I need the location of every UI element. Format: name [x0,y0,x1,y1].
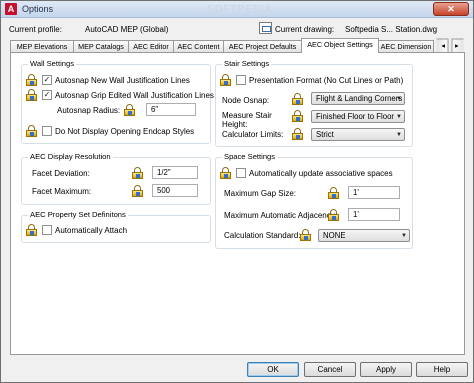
autosnap-radius-input[interactable]: 6" [146,103,196,116]
lock-icon[interactable] [292,110,303,122]
presentation-format-label: Presentation Format (No Cut Lines or Pat… [249,76,404,85]
current-drawing-value: Softpedia S... Station.dwg [345,25,438,34]
space-settings-title: Space Settings [222,152,278,161]
close-button[interactable]: ✕ [433,2,469,16]
current-profile-value: AutoCAD MEP (Global) [85,25,169,34]
chevron-down-icon: ▼ [396,132,402,138]
softpedia-watermark: SOFTPEDIA [207,4,273,15]
facet-maximum-label: Facet Maximum: [32,187,92,196]
autocad-app-icon: A [5,3,17,15]
max-auto-adjacency-label: Maximum Automatic Adjacency [224,211,335,220]
facet-maximum-input[interactable]: 500 [152,184,198,197]
lock-icon[interactable] [220,74,231,86]
calculator-limits-value: Strict [316,130,334,139]
stair-settings-title: Stair Settings [222,59,272,68]
tab-strip: MEP Elevations MEP Catalogs AEC Editor A… [10,38,465,54]
tab-aec-content[interactable]: AEC Content [173,40,224,52]
lock-icon[interactable] [26,125,37,137]
auto-attach-checkbox[interactable] [42,225,52,235]
node-osnap-label: Node Osnap: [222,96,270,105]
options-dialog: A Options SOFTPEDIA ✕ Current profile: A… [0,0,474,383]
lock-icon[interactable] [26,74,37,86]
lock-icon[interactable] [300,229,311,241]
node-osnap-dropdown[interactable]: Flight & Landing Corners ▼ [311,92,405,105]
facet-deviation-input[interactable]: 1/2" [152,166,198,179]
auto-update-spaces-checkbox[interactable] [236,168,246,178]
no-endcap-styles-label: Do Not Display Opening Endcap Styles [55,127,195,136]
tab-aec-object-settings[interactable]: AEC Object Settings [301,38,379,53]
tab-aec-dimension[interactable]: AEC Dimension [378,40,434,52]
lock-icon[interactable] [328,187,339,199]
apply-button[interactable]: Apply [360,362,412,377]
title-bar[interactable]: A Options SOFTPEDIA ✕ [1,1,473,18]
lock-icon[interactable] [132,185,143,197]
aec-object-settings-panel: Wall Settings ✓ Autosnap New Wall Justif… [10,52,465,355]
aec-property-set-title: AEC Property Set Definitons [28,210,128,219]
tab-mep-elevations[interactable]: MEP Elevations [10,40,74,52]
max-gap-size-input[interactable]: 1' [348,186,400,199]
help-button[interactable]: Help [416,362,468,377]
current-profile-label: Current profile: [9,25,62,34]
calculator-limits-dropdown[interactable]: Strict ▼ [311,128,405,141]
auto-update-spaces-label: Automatically update associative spaces [249,169,393,178]
tab-aec-editor[interactable]: AEC Editor [128,40,174,52]
measure-stair-height-value: Finished Floor to Floor [316,112,394,121]
calculation-standard-dropdown[interactable]: NONE ▼ [318,229,410,242]
lock-icon[interactable] [26,89,37,101]
autosnap-new-wall-label: Autosnap New Wall Justification Lines [55,76,190,85]
lock-icon[interactable] [292,128,303,140]
space-settings-group: Space Settings Automatically update asso… [215,152,413,249]
max-gap-size-label: Maximum Gap Size: [224,189,297,198]
chevron-down-icon: ▼ [401,233,407,239]
autosnap-grip-edited-label: Autosnap Grip Edited Wall Justification … [55,91,214,100]
no-endcap-styles-checkbox[interactable] [42,126,52,136]
calculation-standard-label: Calculation Standard: [224,231,301,240]
aec-display-resolution-group: AEC Display Resolution Facet Deviation: … [21,152,211,205]
calculation-standard-value: NONE [323,231,346,240]
measure-stair-height-label: Measure Stair [222,111,272,120]
aec-display-resolution-title: AEC Display Resolution [28,152,113,161]
auto-attach-label: Automatically Attach [55,226,128,235]
stair-settings-group: Stair Settings Presentation Format (No C… [215,59,413,147]
chevron-down-icon: ▼ [396,96,402,102]
lock-icon[interactable] [328,209,339,221]
facet-deviation-label: Facet Deviation: [32,169,90,178]
aec-property-set-group: AEC Property Set Definitons Automaticall… [21,210,211,243]
node-osnap-value: Flight & Landing Corners [316,94,403,103]
drawing-icon [259,22,272,34]
window-title: Options [22,4,54,14]
wall-settings-group: Wall Settings ✓ Autosnap New Wall Justif… [21,59,214,144]
measure-stair-height-dropdown[interactable]: Finished Floor to Floor ▼ [311,110,405,123]
current-drawing-label: Current drawing: [275,25,335,34]
measure-stair-height-label-line2: Height: [222,120,248,129]
chevron-down-icon: ▼ [396,114,402,120]
calculator-limits-label: Calculator Limits: [222,130,284,139]
max-auto-adjacency-input[interactable]: 1' [348,208,400,221]
tab-mep-catalogs[interactable]: MEP Catalogs [73,40,129,52]
lock-icon[interactable] [220,167,231,179]
presentation-format-checkbox[interactable] [236,75,246,85]
lock-icon[interactable] [132,167,143,179]
autosnap-grip-edited-checkbox[interactable]: ✓ [42,90,52,100]
lock-icon[interactable] [26,224,37,236]
cancel-button[interactable]: Cancel [304,362,356,377]
wall-settings-title: Wall Settings [28,59,77,68]
autosnap-new-wall-checkbox[interactable]: ✓ [42,75,52,85]
autosnap-radius-label: Autosnap Radius: [57,106,121,115]
lock-icon[interactable] [292,93,303,105]
ok-button[interactable]: OK [247,362,299,377]
lock-icon[interactable] [124,104,135,116]
tab-aec-project-defaults[interactable]: AEC Project Defaults [223,40,302,52]
